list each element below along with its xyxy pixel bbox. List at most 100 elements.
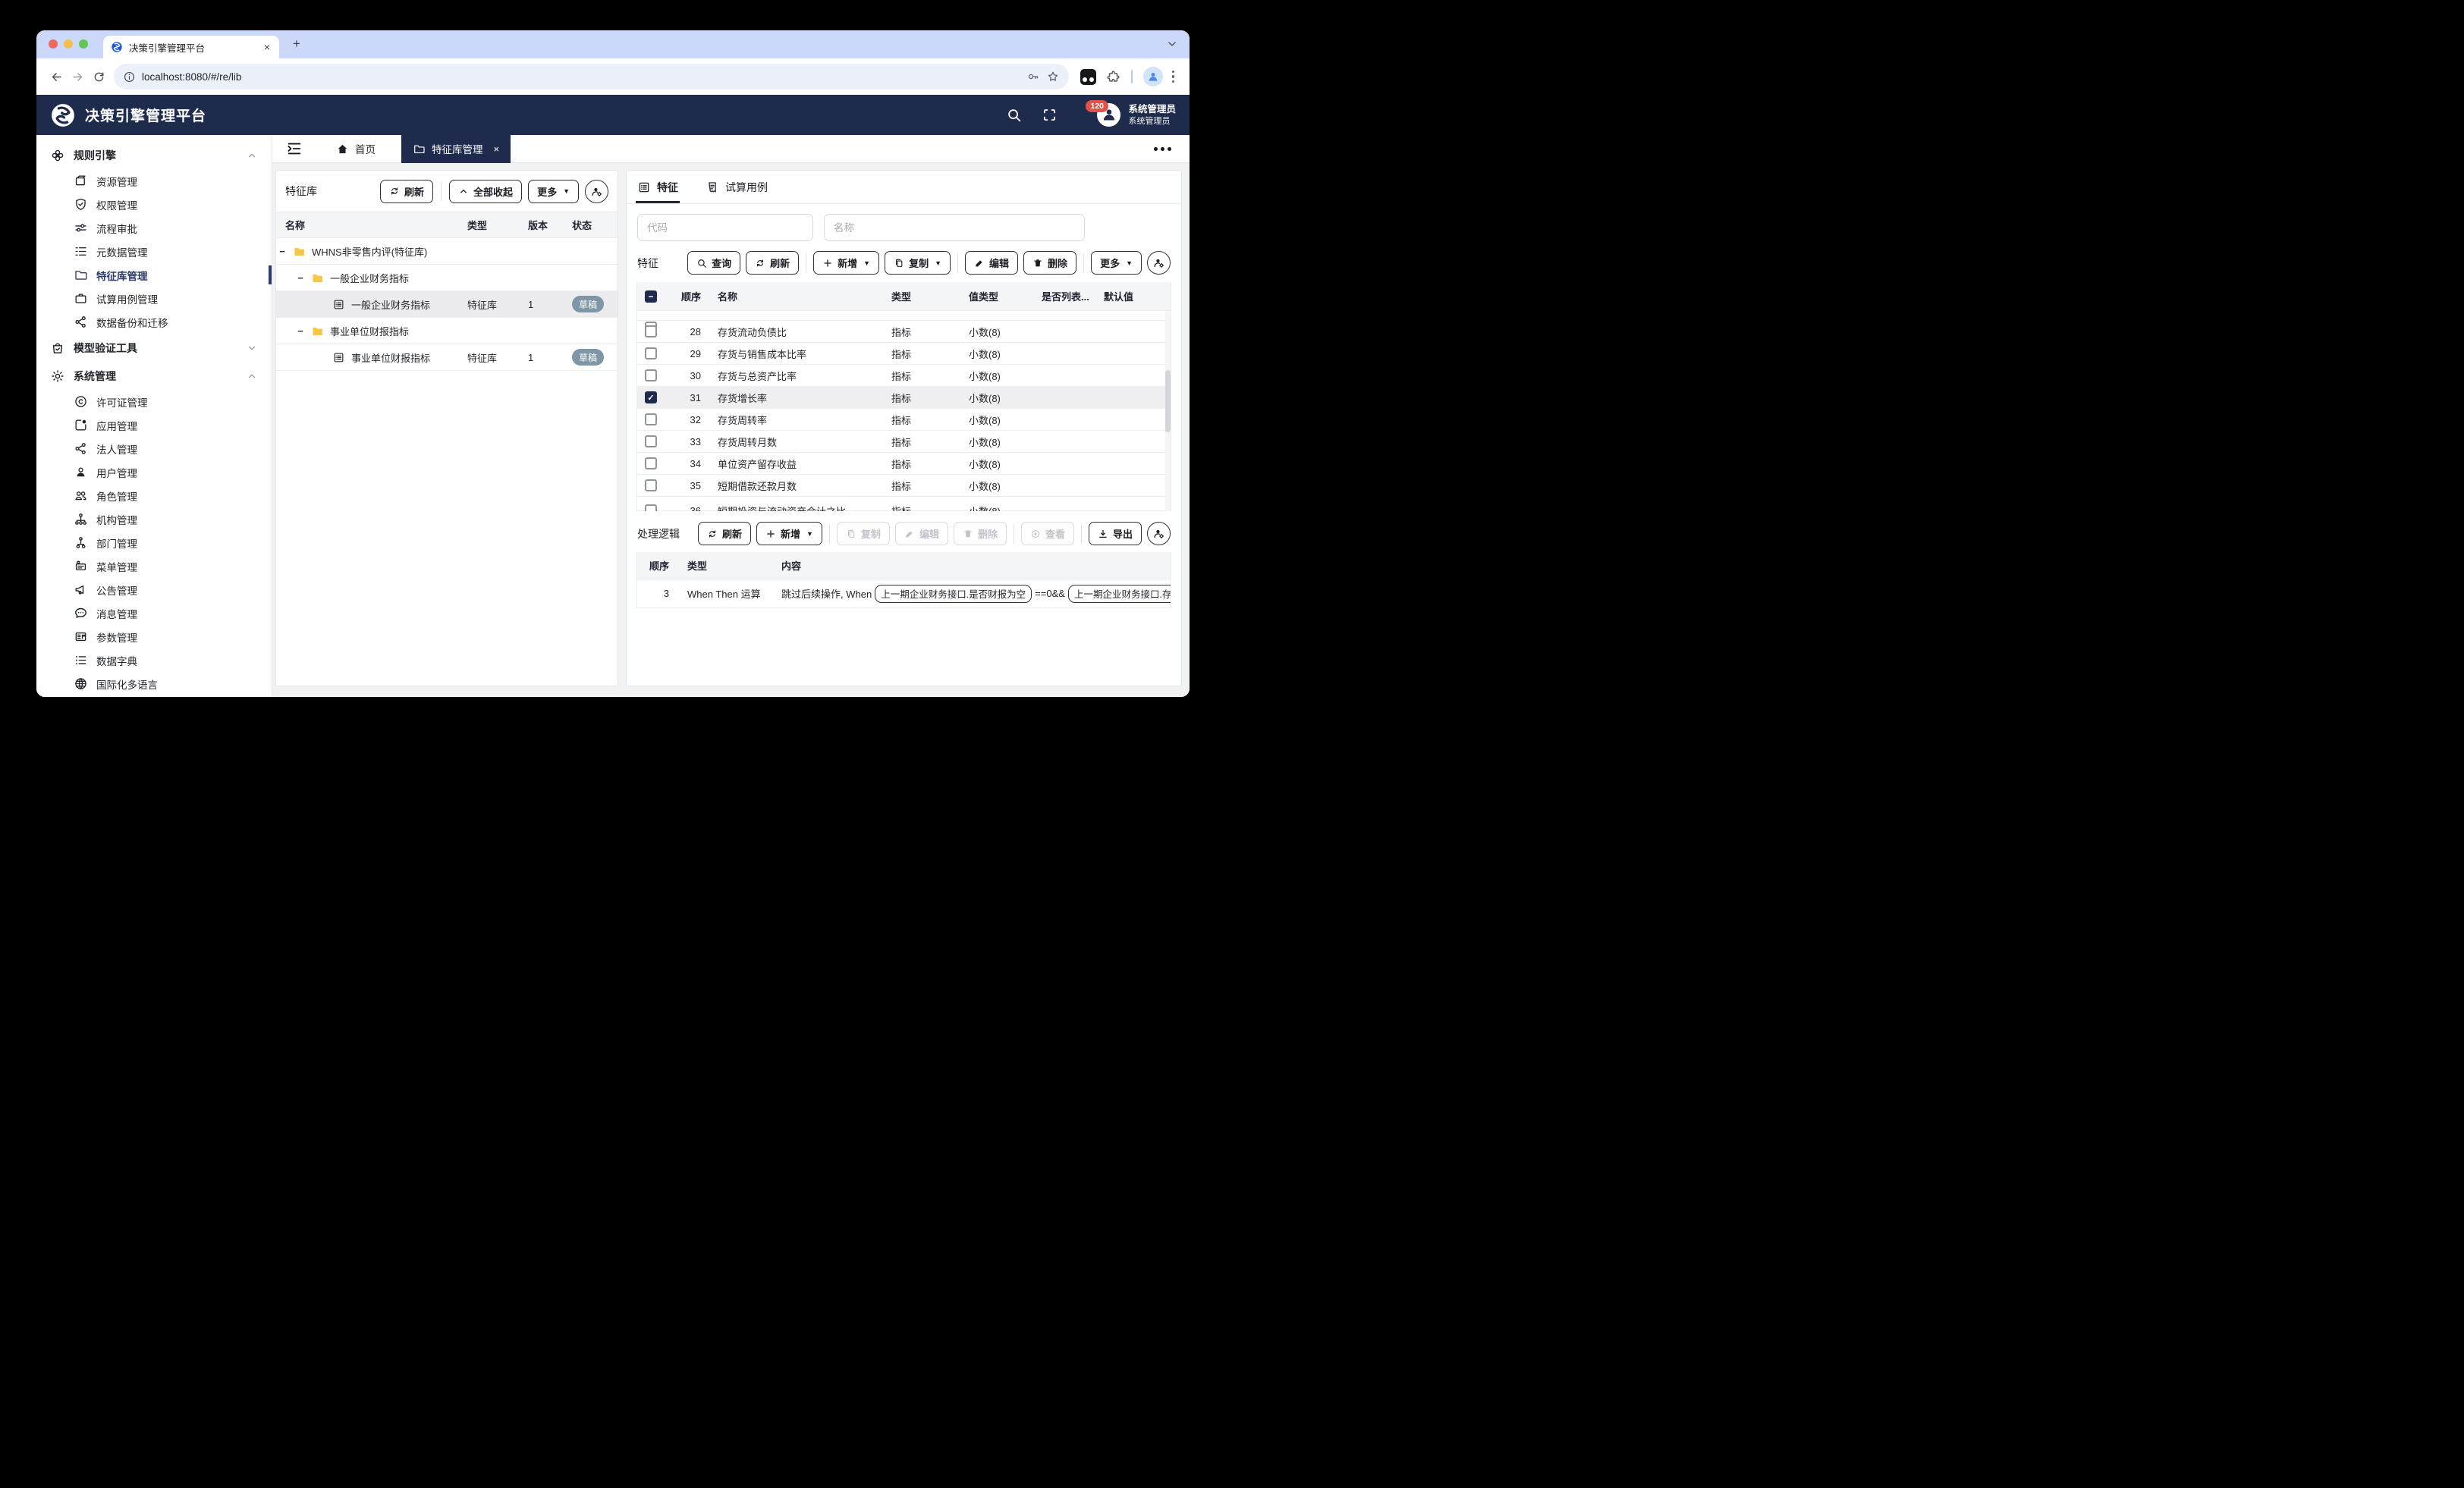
collapse-node-icon[interactable]: − [296,325,305,337]
sidebar-item[interactable]: 特征库管理 [36,263,272,287]
tree-row[interactable]: 事业单位财报指标 特征库 1 草稿 [276,344,618,371]
table-scrollbar[interactable] [1165,311,1171,511]
table-row[interactable]: 30 存货与总资产比率 指标 小数(8) [637,365,1171,387]
panel-tab[interactable]: 特征 [637,171,678,203]
sidebar-item[interactable]: 公告管理 [36,578,272,601]
sidebar-item[interactable]: 试算用例管理 [36,287,272,310]
row-checkbox[interactable] [645,504,657,511]
logic-delete-button[interactable]: 删除 [954,522,1007,545]
tree-row[interactable]: − 事业单位财报指标 [276,318,618,344]
add-feature-button[interactable]: 新增▼ [813,251,879,275]
tree-row[interactable]: 一般企业财务指标 特征库 1 草稿 [276,291,618,318]
collapse-sidebar-icon[interactable] [286,140,303,157]
code-filter-input[interactable] [637,214,813,241]
site-info-icon[interactable] [123,71,136,83]
sidebar-item[interactable]: 角色管理 [36,484,272,507]
sidebar-item[interactable]: 菜单管理 [36,554,272,578]
sidebar-item[interactable]: 法人管理 [36,437,272,460]
collapse-node-icon[interactable]: − [296,272,305,284]
row-checkbox[interactable] [645,391,657,403]
sidebar-item[interactable]: 部门管理 [36,531,272,554]
user-menu[interactable]: 系统管理员 系统管理员 [1097,103,1176,127]
sidebar-item[interactable]: 国际化多语言 [36,672,272,695]
chevron-down-icon[interactable] [246,342,258,354]
panel-tab[interactable]: 试算用例 [706,171,768,203]
logic-export-button[interactable]: 导出 [1089,522,1142,545]
collapse-node-icon[interactable]: − [278,246,287,257]
tree-row[interactable]: − 一般企业财务指标 [276,265,618,291]
feature-refresh-button[interactable]: 刷新 [746,251,799,275]
tab-options-icon[interactable] [1154,147,1171,151]
edit-feature-button[interactable]: 编辑 [965,251,1018,275]
browser-profile-avatar[interactable] [1143,67,1163,86]
scrollbar-thumb[interactable] [1165,370,1171,432]
close-window-button[interactable] [49,39,58,49]
table-row[interactable]: 32 存货周转率 指标 小数(8) [637,409,1171,431]
sidebar-item[interactable]: 许可证管理 [36,390,272,413]
extensions-puzzle-icon[interactable] [1106,70,1120,84]
table-row[interactable]: 28 存货流动负债比 指标 小数(8) [637,321,1171,343]
logic-view-button[interactable]: 查看 [1021,522,1074,545]
table-row[interactable]: 35 短期借款还款月数 指标 小数(8) [637,475,1171,497]
sidebar-item[interactable]: 消息管理 [36,601,272,625]
tab-search-caret-icon[interactable] [1165,37,1179,51]
feature-more-button[interactable]: 更多▼ [1091,251,1142,275]
browser-tab[interactable]: 决策引擎管理平台 × [103,36,279,58]
sidebar-item[interactable]: 参数管理 [36,625,272,648]
window-controls[interactable] [49,39,88,49]
sidebar-item[interactable]: 模型验证工具 [36,334,272,362]
tree-row[interactable]: − WHNS非零售内评(特征库) [276,238,618,265]
table-row[interactable]: 34 单位资产留存收益 指标 小数(8) [637,453,1171,475]
password-key-icon[interactable] [1026,70,1040,83]
sidebar-item[interactable]: 流程审批 [36,216,272,240]
sidebar-item[interactable]: 系统管理 [36,362,272,390]
sidebar-item[interactable]: 数据备份和迁移 [36,310,272,334]
logic-row[interactable]: 3 When Then 运算 跳过后续操作, When 上一期企业财务接口.是否… [637,579,1171,608]
sidebar-item[interactable]: 机构管理 [36,507,272,531]
table-row[interactable]: 33 存货周转月数 指标 小数(8) [637,431,1171,453]
library-more-button[interactable]: 更多▼ [528,180,579,203]
query-button[interactable]: 查询 [687,251,740,275]
logic-edit-button[interactable]: 编辑 [895,522,948,545]
sidebar-item[interactable]: 用户管理 [36,460,272,484]
library-permissions-button[interactable] [585,180,608,203]
delete-feature-button[interactable]: 删除 [1023,251,1076,275]
table-row[interactable]: 31 存货增长率 指标 小数(8) [637,387,1171,409]
sidebar-item[interactable]: 元数据管理 [36,240,272,263]
table-row[interactable]: 36 短期投资与流动资产合计之比 指标 小数(8) [637,497,1171,511]
address-bar[interactable]: localhost:8080/#/re/lib [114,64,1069,89]
row-checkbox[interactable] [645,479,657,491]
reload-button[interactable] [88,66,109,87]
zoom-window-button[interactable] [79,39,88,49]
bookmark-star-icon[interactable] [1046,70,1060,83]
fullscreen-icon[interactable] [1042,107,1058,123]
browser-menu-icon[interactable] [1172,71,1175,83]
logic-add-button[interactable]: 新增▼ [756,522,822,545]
row-checkbox[interactable] [645,347,657,359]
row-checkbox[interactable] [645,435,657,447]
name-filter-input[interactable] [824,214,1085,241]
url-text[interactable]: localhost:8080/#/re/lib [142,71,1020,83]
back-button[interactable] [46,66,67,87]
feature-permissions-button[interactable] [1147,251,1171,275]
logic-refresh-button[interactable]: 刷新 [698,522,751,545]
row-checkbox[interactable] [645,369,657,381]
sidebar-item[interactable]: 应用管理 [36,413,272,437]
sidebar-item[interactable]: 权限管理 [36,193,272,216]
row-checkbox[interactable] [645,413,657,425]
tab-feature-library[interactable]: 特征库管理 × [401,135,511,163]
logic-copy-button[interactable]: 复制 [837,522,890,545]
chevron-up-icon[interactable] [246,149,258,162]
minimize-window-button[interactable] [64,39,73,49]
collapse-all-button[interactable]: 全部收起 [449,180,522,203]
select-all-checkbox[interactable] [645,290,657,303]
library-refresh-button[interactable]: 刷新 [380,180,433,203]
close-tab-icon[interactable]: × [262,41,272,53]
search-icon[interactable] [1006,107,1022,123]
sidebar-item[interactable]: 资源管理 [36,169,272,193]
table-row[interactable]: 29 存货与销售成本比率 指标 小数(8) [637,343,1171,365]
close-page-tab-icon[interactable]: × [494,143,500,155]
logic-permissions-button[interactable] [1147,522,1171,545]
chevron-up-icon[interactable] [246,370,258,382]
row-checkbox[interactable] [645,457,657,469]
